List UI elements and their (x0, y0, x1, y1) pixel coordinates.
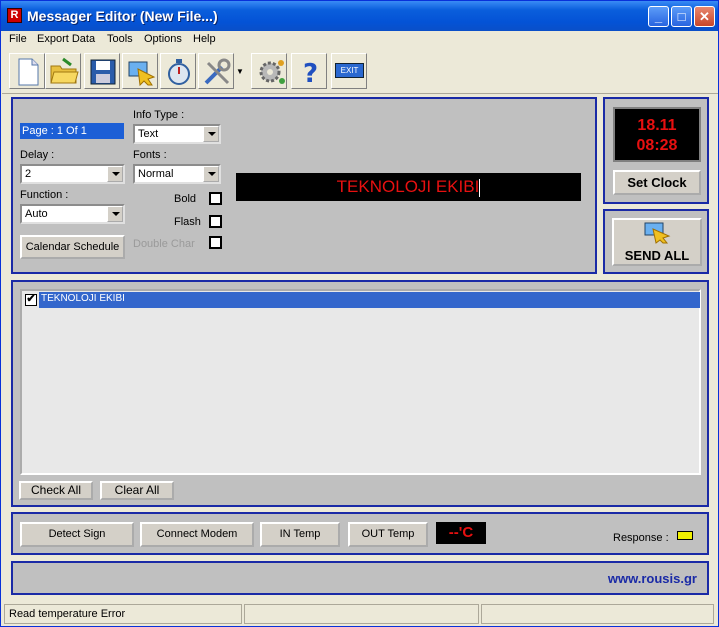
chevron-down-icon[interactable] (203, 126, 219, 142)
title-bar[interactable]: R Messager Editor (New File...) _ □ ✕ (1, 1, 718, 31)
app-logo-icon: R (7, 8, 22, 23)
response-label: Response : (613, 532, 669, 544)
clock-panel: 18.11 08:28 Set Clock (603, 97, 709, 204)
close-button[interactable]: ✕ (694, 6, 715, 27)
chevron-down-icon[interactable] (107, 166, 123, 182)
fonts-label: Fonts : (133, 149, 167, 161)
message-list[interactable]: ✔ TEKNOLOJI EKIBI (20, 289, 701, 475)
send-all-label: SEND ALL (624, 248, 690, 263)
editor-panel: Page : 1 Of 1 Info Type : Text Delay : 2… (11, 97, 597, 274)
message-preview-display[interactable]: TEKNOLOJI EKIBI (236, 173, 581, 201)
new-file-button[interactable] (9, 53, 45, 89)
send-display-icon (644, 222, 671, 244)
exit-icon: EXIT (335, 63, 364, 78)
new-file-icon (18, 58, 39, 86)
exit-button[interactable]: EXIT (331, 53, 367, 89)
svg-text:?: ? (303, 59, 318, 87)
list-item-checkbox[interactable]: ✔ (25, 294, 37, 306)
help-question-icon: ? (303, 59, 318, 87)
clock-date: 18.11 (637, 117, 677, 134)
menu-help[interactable]: Help (193, 33, 216, 45)
page-indicator: Page : 1 Of 1 (20, 123, 124, 139)
double-char-label: Double Char (133, 238, 195, 250)
connect-modem-button[interactable]: Connect Modem (140, 522, 254, 547)
fonts-select[interactable]: Normal (133, 164, 221, 184)
chevron-down-icon[interactable] (107, 206, 123, 222)
footer-panel: www.rousis.gr (11, 561, 709, 595)
list-item[interactable]: ✔ TEKNOLOJI EKIBI (23, 292, 700, 308)
stopwatch-icon (168, 59, 190, 85)
save-button[interactable] (84, 53, 120, 89)
bold-checkbox[interactable] (209, 192, 222, 205)
message-list-panel: ✔ TEKNOLOJI EKIBI Check All Clear All (11, 280, 709, 507)
set-clock-button[interactable]: Set Clock (613, 170, 701, 195)
minimize-icon: _ (654, 9, 663, 24)
calendar-schedule-button[interactable]: Calendar Schedule (20, 235, 125, 259)
detect-sign-button[interactable]: Detect Sign (20, 522, 134, 547)
minimize-button[interactable]: _ (648, 6, 669, 27)
temperature-display: --'C (436, 522, 486, 544)
text-cursor (479, 178, 481, 197)
menu-options[interactable]: Options (144, 33, 182, 45)
tools-dropdown-button[interactable] (198, 53, 234, 89)
save-disk-icon (90, 59, 116, 85)
status-cell-message: Read temperature Error (4, 604, 242, 624)
list-item-label: TEKNOLOJI EKIBI (39, 292, 700, 308)
chevron-down-icon[interactable] (203, 166, 219, 182)
menu-tools[interactable]: Tools (107, 33, 133, 45)
maximize-icon: □ (677, 9, 686, 24)
settings-button[interactable] (251, 53, 287, 89)
status-cell-3 (481, 604, 714, 624)
menu-bar: File Export Data Tools Options Help (2, 31, 718, 49)
maximize-button[interactable]: □ (671, 6, 692, 27)
send-all-button[interactable]: SEND ALL (612, 218, 702, 266)
chevron-down-icon[interactable]: ▼ (236, 67, 244, 76)
clear-all-button[interactable]: Clear All (100, 481, 174, 500)
status-cell-2 (244, 604, 479, 624)
in-temp-button[interactable]: IN Temp (260, 522, 340, 547)
clock-display: 18.11 08:28 (613, 107, 701, 162)
status-bar: Read temperature Error (2, 602, 718, 626)
open-folder-button[interactable] (45, 53, 81, 89)
clock-time: 08:28 (636, 137, 678, 154)
check-all-button[interactable]: Check All (19, 481, 93, 500)
send-panel: SEND ALL (603, 209, 709, 274)
website-link[interactable]: www.rousis.gr (608, 571, 697, 586)
function-select[interactable]: Auto (20, 204, 125, 224)
delay-select[interactable]: 2 (20, 164, 125, 184)
response-indicator (677, 531, 693, 540)
out-temp-button[interactable]: OUT Temp (348, 522, 428, 547)
close-icon: ✕ (699, 9, 710, 24)
flash-label: Flash (174, 216, 201, 228)
double-char-checkbox[interactable] (209, 236, 222, 249)
menu-file[interactable]: File (9, 33, 27, 45)
info-type-select[interactable]: Text (133, 124, 221, 144)
info-type-label: Info Type : (133, 109, 185, 121)
function-label: Function : (20, 189, 69, 201)
status-message: Read temperature Error (9, 608, 126, 620)
bold-label: Bold (174, 193, 197, 205)
flash-checkbox[interactable] (209, 215, 222, 228)
window-title: Messager Editor (New File...) (27, 8, 218, 24)
download-display-button[interactable] (122, 53, 158, 89)
open-folder-icon (50, 57, 79, 84)
menu-export-data[interactable]: Export Data (37, 33, 95, 45)
app-window: R Messager Editor (New File...) _ □ ✕ Fi… (0, 0, 719, 627)
settings-gear-icon (259, 60, 285, 84)
tools-wrench-icon (204, 58, 231, 85)
help-button[interactable]: ? (291, 53, 327, 89)
toolbar: ▼ ? EXIT (2, 49, 718, 94)
download-display-icon (128, 61, 156, 87)
preview-text: TEKNOLOJI EKIBI (336, 177, 480, 196)
stopwatch-button[interactable] (160, 53, 196, 89)
controls-panel: Detect Sign Connect Modem IN Temp OUT Te… (11, 512, 709, 555)
delay-label: Delay : (20, 149, 55, 161)
